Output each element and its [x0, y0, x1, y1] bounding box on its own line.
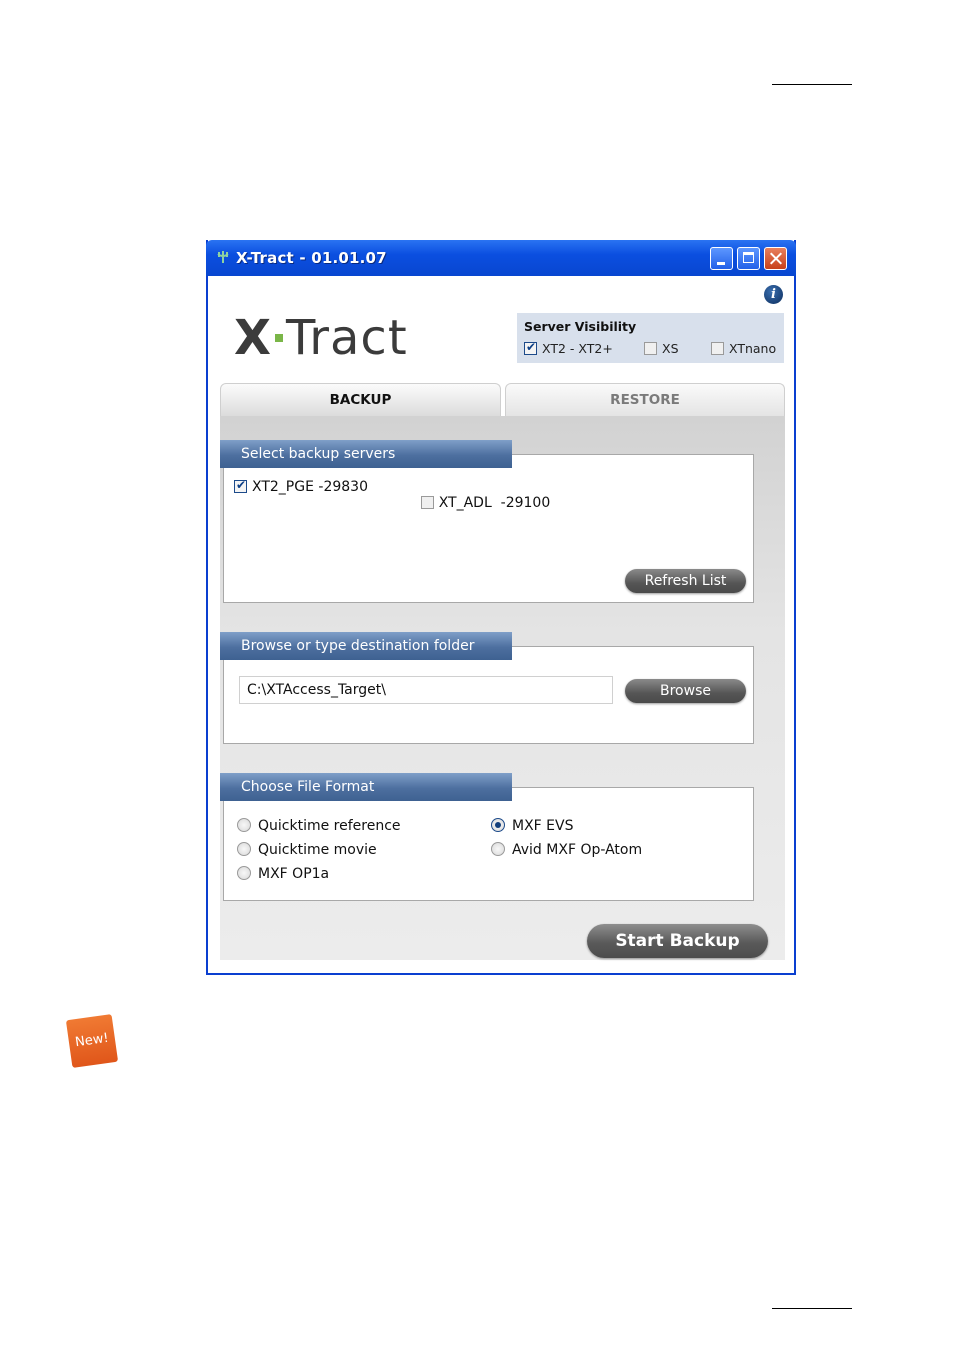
- servers-panel: XT2_PGE -29830 XT_ADL -29100 Refresh Lis…: [223, 454, 754, 603]
- checkbox-checked-icon[interactable]: [524, 340, 537, 355]
- window-title: X-Tract - 01.01.07: [236, 249, 387, 267]
- maximize-button[interactable]: [737, 247, 760, 270]
- title-bar[interactable]: X-Tract - 01.01.07: [206, 240, 796, 276]
- minimize-button[interactable]: [710, 247, 733, 270]
- format-label: MXF OP1a: [258, 866, 330, 882]
- format-label: Quicktime reference: [258, 818, 401, 834]
- radio-selected-icon[interactable]: [491, 818, 505, 832]
- format-mxf-op1a[interactable]: MXF OP1a: [237, 866, 329, 882]
- refresh-list-button[interactable]: Refresh List: [625, 569, 746, 593]
- destination-panel: C:\XTAccess_Target\ Browse: [223, 646, 754, 744]
- format-label: Avid MXF Op-Atom: [512, 842, 643, 858]
- new-badge: New!: [65, 1014, 119, 1068]
- checkbox-checked-icon[interactable]: [234, 478, 247, 493]
- close-button[interactable]: [764, 247, 787, 270]
- xtract-logo: X Tract: [234, 310, 408, 366]
- radio-icon[interactable]: [237, 866, 251, 880]
- tab-backup[interactable]: BACKUP: [220, 383, 501, 416]
- format-avid-mxf-op-atom[interactable]: Avid MXF Op-Atom: [491, 842, 642, 858]
- server-visibility-panel: Server Visibility XT2 - XT2+ XS XTnano: [517, 313, 784, 363]
- format-panel: Quicktime reference Quicktime movie MXF …: [223, 787, 754, 901]
- radio-icon[interactable]: [237, 842, 251, 856]
- visibility-xs-checkbox[interactable]: XS: [644, 341, 679, 356]
- destination-section-header: Browse or type destination folder: [220, 632, 512, 660]
- format-label: Quicktime movie: [258, 842, 377, 858]
- checkbox-unchecked-icon[interactable]: [420, 496, 434, 509]
- format-section-header: Choose File Format: [220, 773, 512, 801]
- radio-icon[interactable]: [237, 818, 251, 832]
- format-label: MXF EVS: [512, 818, 574, 834]
- visibility-xt2-label: XT2 - XT2+: [542, 341, 613, 356]
- radio-icon[interactable]: [491, 842, 505, 856]
- format-quicktime-movie[interactable]: Quicktime movie: [237, 842, 377, 858]
- start-backup-button[interactable]: Start Backup: [587, 924, 768, 958]
- visibility-xtnano-checkbox[interactable]: XTnano: [711, 341, 776, 356]
- checkbox-unchecked-icon[interactable]: [711, 342, 724, 355]
- page-header-rule: [772, 84, 852, 85]
- info-icon[interactable]: i: [764, 285, 783, 304]
- tab-restore[interactable]: RESTORE: [505, 383, 785, 416]
- visibility-xs-label: XS: [662, 341, 679, 356]
- visibility-xt2-checkbox[interactable]: XT2 - XT2+: [524, 340, 613, 356]
- server-item-xt-adl[interactable]: XT_ADL -29100: [394, 479, 550, 527]
- server-visibility-title: Server Visibility: [524, 319, 637, 334]
- server-label: XT2_PGE -29830: [252, 479, 368, 495]
- xtract-window: X-Tract - 01.01.07 i X Tract Server Visib…: [206, 240, 796, 975]
- destination-folder-input[interactable]: C:\XTAccess_Target\: [239, 676, 613, 704]
- browse-button[interactable]: Browse: [625, 679, 746, 703]
- server-item-xt2-pge[interactable]: XT2_PGE -29830: [234, 478, 368, 495]
- page-footer-rule: [772, 1308, 852, 1309]
- visibility-xtnano-label: XTnano: [729, 341, 777, 356]
- format-quicktime-reference[interactable]: Quicktime reference: [237, 818, 401, 834]
- server-label: XT_ADL -29100: [438, 495, 551, 511]
- format-mxf-evs[interactable]: MXF EVS: [491, 818, 573, 834]
- servers-section-header: Select backup servers: [220, 440, 512, 468]
- checkbox-unchecked-icon[interactable]: [644, 342, 657, 355]
- app-icon: [217, 251, 229, 263]
